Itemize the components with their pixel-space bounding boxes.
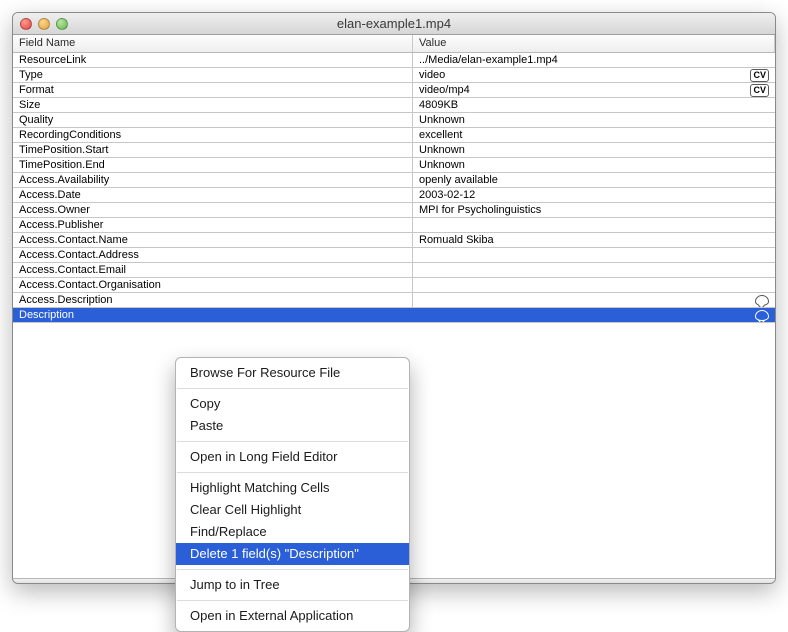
menu-item[interactable]: Jump to in Tree [176, 574, 409, 596]
table-row[interactable]: ResourceLink ../Media/elan-example1.mp4 [13, 53, 775, 68]
field-name-cell[interactable]: Access.Contact.Address [13, 248, 413, 262]
field-value-text: openly available [419, 173, 498, 187]
field-value-cell[interactable]: MPI for Psycholinguistics [413, 203, 775, 217]
field-name-cell[interactable]: Access.Owner [13, 203, 413, 217]
field-value-cell[interactable]: Unknown [413, 158, 775, 172]
field-name-cell[interactable]: ResourceLink [13, 53, 413, 67]
table-row[interactable]: Access.Owner MPI for Psycholinguistics [13, 203, 775, 218]
menu-item[interactable]: Highlight Matching Cells [176, 477, 409, 499]
field-value-text: Unknown [419, 158, 465, 172]
field-name-cell[interactable]: Access.Contact.Name [13, 233, 413, 247]
table-row[interactable]: Quality Unknown [13, 113, 775, 128]
cv-badge-icon[interactable]: CV [750, 84, 769, 97]
field-name-cell[interactable]: TimePosition.Start [13, 143, 413, 157]
window-controls [20, 18, 68, 30]
table-row[interactable]: TimePosition.End Unknown [13, 158, 775, 173]
table-body: ResourceLink../Media/elan-example1.mp4Ty… [13, 53, 775, 323]
field-value-text: Romuald Skiba [419, 233, 494, 247]
menu-separator [177, 472, 408, 473]
field-name-cell[interactable]: Type [13, 68, 413, 82]
titlebar[interactable]: elan-example1.mp4 [13, 13, 775, 35]
context-menu: Browse For Resource File CopyPaste Open in… [175, 357, 410, 632]
field-value-cell[interactable] [413, 218, 775, 232]
table-header: Field Name Value [13, 35, 775, 53]
menu-item[interactable]: Open in External Application [176, 605, 409, 627]
table-row[interactable]: Access.Publisher [13, 218, 775, 233]
field-value-text: 2003-02-12 [419, 188, 475, 202]
field-value-cell[interactable] [413, 308, 775, 322]
field-value-cell[interactable]: video CV [413, 68, 775, 82]
field-value-cell[interactable]: excellent [413, 128, 775, 142]
menu-item[interactable]: Open in Long Field Editor [176, 446, 409, 468]
table-row[interactable]: Type video CV [13, 68, 775, 83]
field-name-cell[interactable]: Access.Publisher [13, 218, 413, 232]
field-name-cell[interactable]: TimePosition.End [13, 158, 413, 172]
table-row[interactable]: Access.Date 2003-02-12 [13, 188, 775, 203]
table-row[interactable]: Access.Contact.Email [13, 263, 775, 278]
field-name-cell[interactable]: RecordingConditions [13, 128, 413, 142]
menu-item[interactable]: Find/Replace [176, 521, 409, 543]
menu-separator [177, 388, 408, 389]
field-name-cell[interactable]: Format [13, 83, 413, 97]
table-row[interactable]: Format video/mp4 CV [13, 83, 775, 98]
table-row[interactable]: Access.Description [13, 293, 775, 308]
field-name-cell[interactable]: Access.Availability [13, 173, 413, 187]
table-row[interactable]: Description [13, 308, 775, 323]
table-row[interactable]: Access.Availability openly available [13, 173, 775, 188]
menu-item[interactable]: Delete 1 field(s) "Description" [176, 543, 409, 565]
field-value-text: ../Media/elan-example1.mp4 [419, 53, 558, 67]
menu-item[interactable]: Paste [176, 415, 409, 437]
speech-bubble-icon[interactable] [755, 295, 769, 306]
field-value-cell[interactable]: Unknown [413, 113, 775, 127]
field-value-cell[interactable]: ../Media/elan-example1.mp4 [413, 53, 775, 67]
field-value-cell[interactable] [413, 293, 775, 307]
field-name-cell[interactable]: Size [13, 98, 413, 112]
field-value-cell[interactable]: openly available [413, 173, 775, 187]
field-value-cell[interactable]: Romuald Skiba [413, 233, 775, 247]
field-name-cell[interactable]: Description [13, 308, 413, 322]
table-row[interactable]: Access.Contact.Name Romuald Skiba [13, 233, 775, 248]
menu-separator [177, 600, 408, 601]
field-value-text: Unknown [419, 143, 465, 157]
cv-badge-icon[interactable]: CV [750, 69, 769, 82]
menu-item[interactable]: Browse For Resource File [176, 362, 409, 384]
field-value-text: video [419, 68, 445, 82]
field-value-cell[interactable]: Unknown [413, 143, 775, 157]
table-row[interactable]: Access.Contact.Organisation [13, 278, 775, 293]
menu-separator [177, 441, 408, 442]
menu-item[interactable]: Copy [176, 393, 409, 415]
table-row[interactable]: RecordingConditions excellent [13, 128, 775, 143]
speech-bubble-icon[interactable] [755, 310, 769, 321]
column-header-value[interactable]: Value [413, 35, 775, 52]
window-title: elan-example1.mp4 [13, 16, 775, 31]
menu-separator [177, 569, 408, 570]
field-value-cell[interactable]: 4809KB [413, 98, 775, 112]
menu-item[interactable]: Clear Cell Highlight [176, 499, 409, 521]
field-value-text: excellent [419, 128, 462, 142]
field-name-cell[interactable]: Quality [13, 113, 413, 127]
field-value-cell[interactable]: video/mp4 CV [413, 83, 775, 97]
field-value-text: Unknown [419, 113, 465, 127]
column-header-field[interactable]: Field Name [13, 35, 413, 52]
table-row[interactable]: TimePosition.Start Unknown [13, 143, 775, 158]
close-icon[interactable] [20, 18, 32, 30]
table-row[interactable]: Size 4809KB [13, 98, 775, 113]
field-name-cell[interactable]: Access.Date [13, 188, 413, 202]
field-value-text: 4809KB [419, 98, 458, 112]
field-name-cell[interactable]: Access.Contact.Organisation [13, 278, 413, 292]
field-name-cell[interactable]: Access.Description [13, 293, 413, 307]
field-value-text: video/mp4 [419, 83, 470, 97]
minimize-icon[interactable] [38, 18, 50, 30]
table-row[interactable]: Access.Contact.Address [13, 248, 775, 263]
zoom-icon[interactable] [56, 18, 68, 30]
field-value-cell[interactable]: 2003-02-12 [413, 188, 775, 202]
field-value-text: MPI for Psycholinguistics [419, 203, 541, 217]
field-value-cell[interactable] [413, 248, 775, 262]
field-value-cell[interactable] [413, 278, 775, 292]
field-value-cell[interactable] [413, 263, 775, 277]
field-name-cell[interactable]: Access.Contact.Email [13, 263, 413, 277]
